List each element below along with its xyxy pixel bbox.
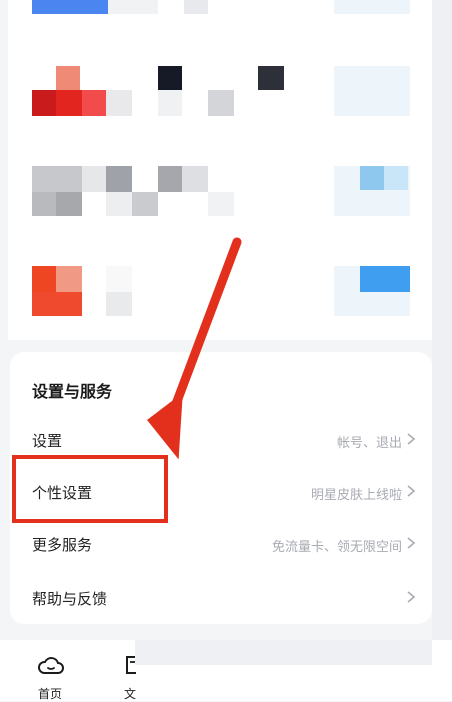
overlay-block	[135, 640, 432, 665]
tab-documents-label: 文	[124, 687, 137, 701]
cloud-home-icon	[38, 657, 64, 674]
tab-home[interactable]: 首页	[20, 640, 80, 701]
annotation-arrow-icon	[147, 237, 242, 460]
tab-home-label: 首页	[38, 687, 63, 701]
highlight-box	[12, 455, 168, 523]
